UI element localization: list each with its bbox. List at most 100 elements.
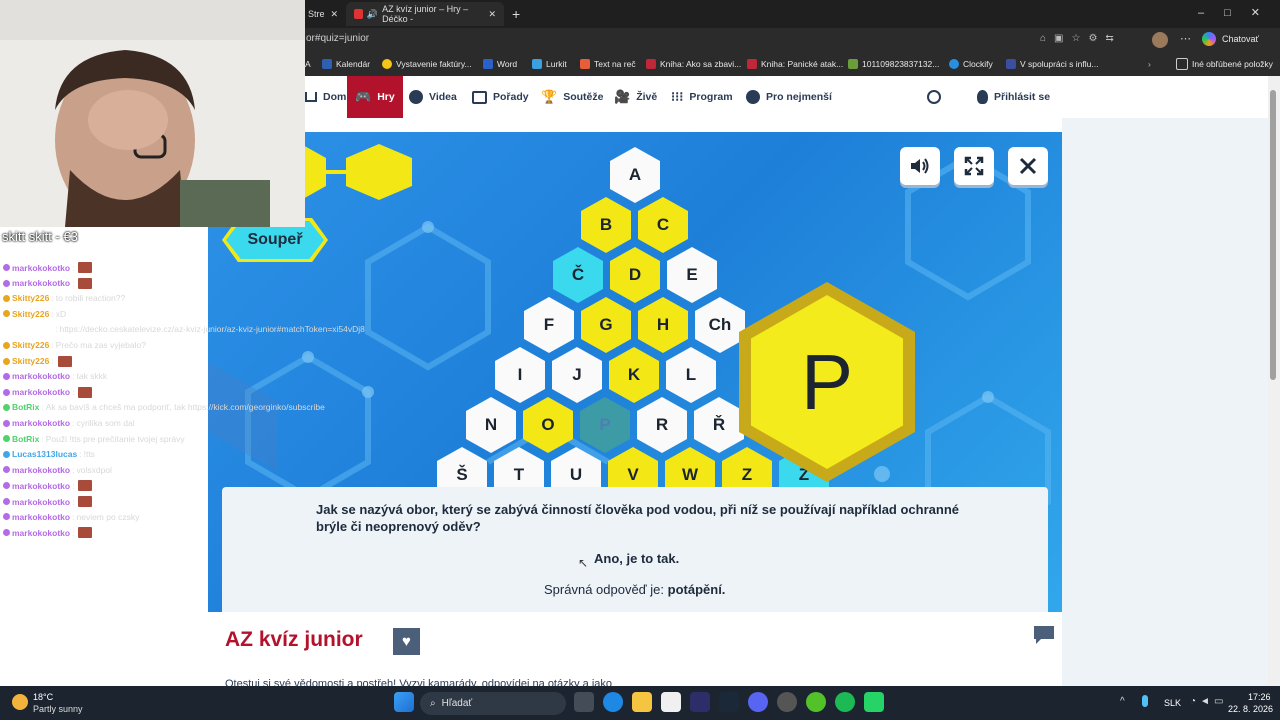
nav-item-pro-nejmensi[interactable]: Pro nejmenší: [746, 76, 832, 118]
trophy-icon: 🏆: [541, 89, 558, 104]
bookmark[interactable]: A: [305, 52, 311, 76]
edge-icon[interactable]: [603, 692, 623, 712]
kids-icon: [746, 90, 760, 104]
sound-button[interactable]: [900, 147, 940, 185]
whatsapp-icon[interactable]: [864, 692, 884, 712]
window-controls[interactable]: –□✕: [1198, 6, 1280, 19]
more-menu-icon[interactable]: ⋯: [1180, 32, 1191, 45]
spotify-icon[interactable]: [835, 692, 855, 712]
browser-tab-active[interactable]: 🔊 AZ kvíz junior – Hry – Déčko - ✕: [346, 2, 504, 26]
bookmark[interactable]: Text na reč: [580, 52, 636, 76]
comment-button[interactable]: [1033, 625, 1055, 645]
bookmark[interactable]: Kalendár: [322, 52, 370, 76]
chevron-right-icon[interactable]: ›: [1148, 52, 1151, 76]
clock-time[interactable]: 17:26: [1248, 692, 1271, 702]
bookmark[interactable]: Vystavenie faktúry...: [382, 52, 472, 76]
bookmark[interactable]: Kniha: Panické atak...: [747, 52, 843, 76]
chat-separator: :: [72, 387, 75, 398]
tray-chevron-icon[interactable]: ^: [1120, 696, 1125, 707]
copilot-icon[interactable]: [1202, 32, 1216, 46]
microphone-icon[interactable]: [1142, 695, 1148, 707]
mouse-cursor-icon: ↖: [578, 556, 589, 570]
nav-label: Pro nejmenší: [766, 91, 832, 103]
close-icon[interactable]: ✕: [488, 9, 496, 20]
steam-icon[interactable]: [719, 692, 739, 712]
nav-item-zive[interactable]: 🎥 Živě: [614, 76, 657, 118]
bookmark[interactable]: Lurkit: [532, 52, 567, 76]
bookmark-label: Text na reč: [594, 59, 636, 69]
user-badge-icon: [3, 310, 10, 318]
bookmark[interactable]: 101109823837132...: [848, 52, 939, 76]
stream-title: skitt skitt - €3: [2, 229, 78, 244]
chat-message: markokokotko:: [3, 480, 93, 492]
user-badge-icon: [3, 529, 10, 537]
bookmark-label: Kniha: Panické atak...: [761, 59, 844, 69]
taskbar-search[interactable]: ⌕ Hľadať: [420, 692, 566, 715]
user-badge-icon: [3, 264, 10, 271]
user-badge-icon: [3, 403, 10, 411]
tray-icons[interactable]: ◔◄▭: [1190, 696, 1227, 707]
chat-button[interactable]: Chatovať: [1222, 34, 1259, 44]
weather-icon[interactable]: [12, 694, 28, 710]
gamepad-icon: 🎮: [355, 89, 372, 104]
browser-tab[interactable]: Stre ✕: [300, 2, 346, 26]
chat-separator: :: [72, 527, 75, 538]
chat-username: markokokotko: [12, 262, 71, 273]
favorite-button[interactable]: ♥: [393, 628, 420, 655]
nav-item-program[interactable]: ⁝⁝⁝ Program: [671, 76, 733, 118]
start-icon[interactable]: [394, 692, 414, 712]
fullscreen-button[interactable]: [954, 147, 994, 185]
task-view-icon[interactable]: [574, 692, 594, 712]
nav-label: Pořady: [493, 91, 529, 103]
close-icon: [1019, 157, 1037, 175]
chat-text: Použi !tts pre prečítanie tvojej správy: [45, 433, 185, 444]
chat-text: https://decko.ceskatelevize.cz/az-kviz-j…: [59, 324, 365, 335]
chat-username: Skitty226: [12, 356, 50, 367]
kick-icon[interactable]: [806, 692, 826, 712]
weather-desc[interactable]: Partly sunny: [33, 704, 83, 714]
app-icon[interactable]: [690, 692, 710, 712]
nav-item-videa[interactable]: Videa: [409, 76, 457, 118]
discord-icon[interactable]: [748, 692, 768, 712]
file-explorer-icon[interactable]: [632, 692, 652, 712]
user-badge-icon: [3, 450, 10, 458]
other-bookmarks[interactable]: Iné obľúbené položky: [1176, 52, 1273, 76]
search-label: Hľadať: [441, 698, 473, 709]
chat-message: markokokotko:: [3, 527, 93, 539]
nav-item-porady[interactable]: Pořady: [472, 76, 529, 118]
chat-text: volsxdpol: [76, 464, 112, 475]
bookmark[interactable]: Clockify: [949, 52, 993, 76]
url-text[interactable]: or#quiz=junior: [306, 33, 369, 44]
weather-temp[interactable]: 18°C: [33, 692, 53, 702]
bookmark[interactable]: Word: [483, 52, 517, 76]
toolbar-icons[interactable]: ⌂▣☆⚙⇆: [1040, 33, 1122, 44]
bookmark[interactable]: Kniha: Ako sa zbavi...: [646, 52, 741, 76]
profile-avatar[interactable]: [1152, 32, 1168, 48]
home-icon: [305, 92, 317, 102]
search-icon[interactable]: [927, 90, 941, 104]
chat-message: Skitty226: xD: [3, 309, 66, 319]
clock-date[interactable]: 22. 8. 2026: [1228, 704, 1273, 714]
nav-label: Videa: [429, 91, 457, 103]
correct-answer-label: Správná odpověď je:: [544, 582, 665, 597]
emote-icon: [78, 527, 93, 539]
chat-message: markokokotko: neviem po czsky: [3, 512, 139, 522]
speaker-icon[interactable]: 🔊: [367, 9, 378, 20]
chat-username: markokokotko: [12, 527, 71, 538]
bookmark[interactable]: V spolupráci s influ...: [1006, 52, 1098, 76]
close-icon[interactable]: ✕: [331, 9, 339, 20]
new-tab-button[interactable]: +: [512, 6, 520, 22]
nav-item-hry[interactable]: 🎮 Hry: [347, 76, 403, 118]
language-indicator[interactable]: SLK: [1164, 698, 1181, 708]
scrollbar-thumb[interactable]: [1270, 90, 1276, 380]
close-game-button[interactable]: [1008, 147, 1048, 185]
login-button[interactable]: Přihlásit se: [977, 76, 1050, 118]
notepad-icon[interactable]: [661, 692, 681, 712]
chat-text: xD: [55, 308, 67, 319]
obs-icon[interactable]: [777, 692, 797, 712]
nav-item-domu[interactable]: Domů: [305, 76, 353, 118]
chat-separator: :: [51, 340, 54, 350]
chat-message: Skitty226: to robili reaction??: [3, 293, 125, 303]
nav-item-souteze[interactable]: 🏆 Soutěže: [541, 76, 603, 118]
nav-label: Program: [689, 91, 733, 103]
